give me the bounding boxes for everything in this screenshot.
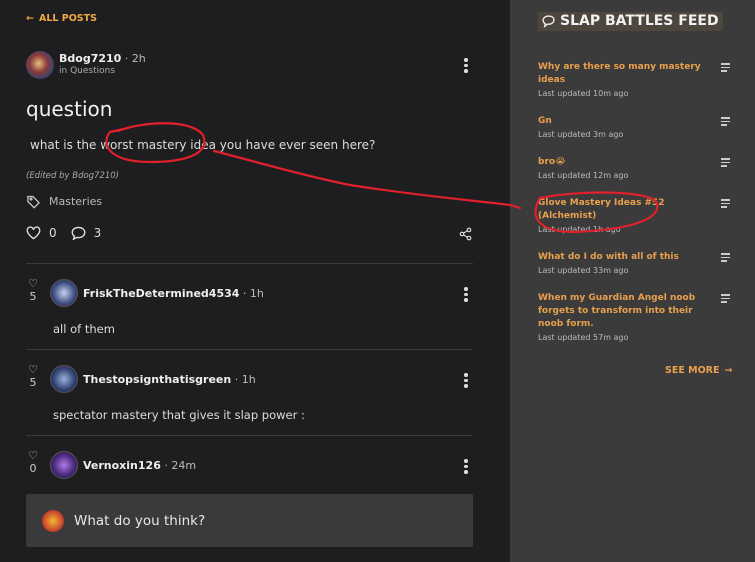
comment-icon[interactable] bbox=[71, 226, 86, 240]
arrow-left-icon: ← bbox=[26, 13, 34, 24]
author-avatar[interactable] bbox=[26, 51, 54, 79]
commenter-avatar[interactable] bbox=[50, 365, 78, 393]
post-title: question bbox=[26, 97, 113, 121]
post-body: what is the worst mastery idea you have … bbox=[30, 138, 376, 152]
feed-item[interactable]: Glove Mastery Ideas #52 (Alchemist) Last … bbox=[538, 197, 668, 234]
list-icon bbox=[721, 158, 730, 169]
list-icon bbox=[721, 63, 730, 74]
comment-like[interactable]: ♡ 0 bbox=[26, 449, 40, 475]
post-category[interactable]: in Questions bbox=[59, 66, 115, 76]
share-icon[interactable] bbox=[458, 227, 473, 241]
commenter-avatar[interactable] bbox=[50, 279, 78, 307]
comment-like[interactable]: ♡ 5 bbox=[26, 363, 40, 389]
user-avatar bbox=[42, 509, 64, 532]
divider bbox=[26, 435, 473, 436]
comment-text: all of them bbox=[53, 322, 115, 336]
comment-like[interactable]: ♡ 5 bbox=[26, 277, 40, 303]
list-icon bbox=[721, 294, 730, 305]
feed-title: SLAP BATTLES FEED bbox=[538, 12, 723, 31]
commenter-name[interactable]: Vernoxin126 · 24m bbox=[83, 459, 196, 472]
tag-icon bbox=[27, 195, 41, 209]
list-icon bbox=[721, 253, 730, 264]
divider bbox=[26, 349, 473, 350]
speech-bubble-icon bbox=[542, 14, 555, 28]
feed-item[interactable]: Gn Last updated 3m ago bbox=[538, 115, 713, 139]
more-options-icon[interactable] bbox=[464, 287, 468, 304]
more-options-icon[interactable] bbox=[464, 373, 468, 390]
edited-note: (Edited by Bdog7210) bbox=[26, 171, 120, 181]
heart-icon[interactable]: ♡ bbox=[26, 277, 40, 290]
list-icon bbox=[721, 199, 730, 210]
post-panel: ← ALL POSTS Bdog7210 · 2h in Questions qu… bbox=[0, 0, 510, 562]
more-options-icon[interactable] bbox=[464, 459, 468, 476]
heart-icon[interactable] bbox=[26, 226, 41, 240]
post-author[interactable]: Bdog7210 · 2h bbox=[59, 52, 146, 65]
feed-item[interactable]: Why are there so many mastery ideas Last … bbox=[538, 61, 713, 98]
commenter-name[interactable]: Thestopsignthatisgreen · 1h bbox=[83, 373, 256, 386]
feed-item[interactable]: What do I do with all of this Last update… bbox=[538, 251, 713, 275]
feed-item[interactable]: bro😭 Last updated 12m ago bbox=[538, 156, 713, 180]
comment-text: spectator mastery that gives it slap pow… bbox=[53, 408, 305, 422]
divider bbox=[26, 263, 473, 264]
arrow-right-icon: → bbox=[724, 365, 733, 376]
see-more-link[interactable]: SEE MORE → bbox=[665, 365, 732, 376]
like-count: 0 bbox=[49, 226, 57, 240]
heart-icon[interactable]: ♡ bbox=[26, 363, 40, 376]
heart-icon[interactable]: ♡ bbox=[26, 449, 40, 462]
feed-item[interactable]: When my Guardian Angel noob forgets to t… bbox=[538, 292, 698, 342]
reply-input[interactable]: What do you think? bbox=[26, 494, 473, 547]
more-options-icon[interactable] bbox=[464, 58, 468, 75]
comment-count: 3 bbox=[93, 226, 102, 240]
list-icon bbox=[721, 117, 730, 128]
commenter-avatar[interactable] bbox=[50, 451, 78, 479]
feed-sidebar: SLAP BATTLES FEED Why are there so many … bbox=[510, 0, 755, 562]
all-posts-link[interactable]: ← ALL POSTS bbox=[26, 13, 97, 24]
commenter-name[interactable]: FriskTheDetermined4534 · 1h bbox=[83, 287, 264, 300]
post-tag[interactable]: Masteries bbox=[26, 194, 102, 209]
